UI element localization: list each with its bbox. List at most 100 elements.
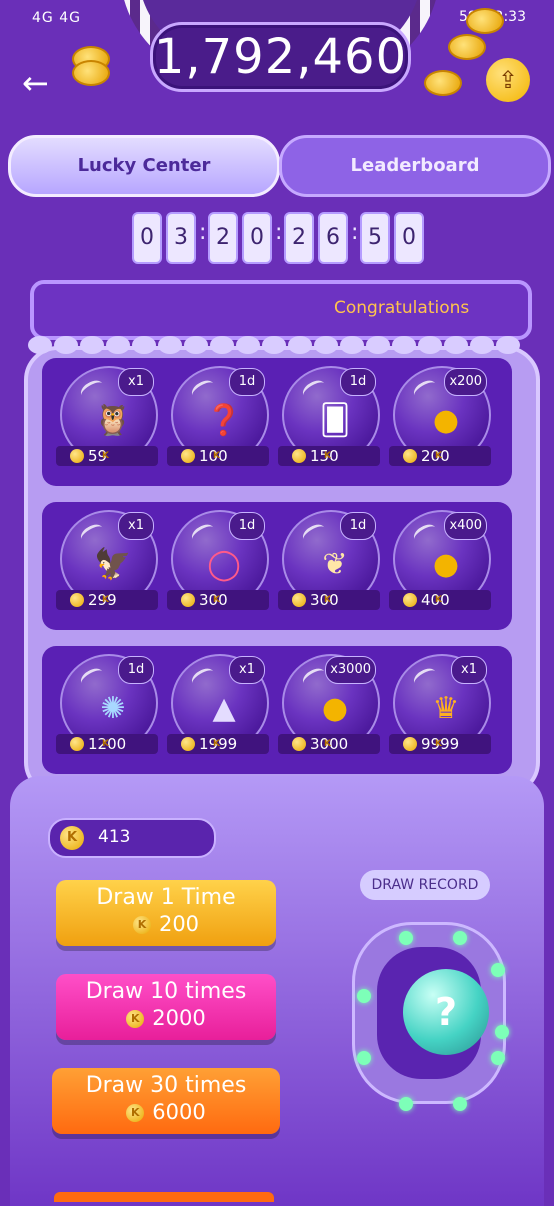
light-dot xyxy=(357,989,371,1003)
countdown-digit: 0 xyxy=(132,212,162,264)
gold-coins-icon: ● xyxy=(321,691,349,726)
k-coin-icon: K xyxy=(181,737,220,751)
tab-lucky-center[interactable]: Lucky Center xyxy=(8,135,280,197)
galaxy-icon: ✺ xyxy=(100,691,126,726)
coin-stack-icon xyxy=(448,34,486,60)
prize-tag: 1d xyxy=(229,512,265,540)
countdown-digit: 5 xyxy=(360,212,390,264)
prize-row: ✺ 1d K1200 ▲ x1 K1999 ● x3000 K3000 ♛ x1… xyxy=(42,646,512,774)
next-draw-button-peek xyxy=(54,1192,274,1202)
gold-coins-icon: ● xyxy=(432,547,460,582)
prize-row: 🦅 x1 K299 ◯ 1d K300 ❦ 1d K300 ● x400 K40… xyxy=(42,502,512,630)
crown-icon: ♛ xyxy=(432,691,460,726)
coin-stack-icon xyxy=(424,70,462,96)
light-dot xyxy=(491,963,505,977)
draw-30-button[interactable]: Draw 30 times K 6000 xyxy=(52,1068,280,1134)
light-dot xyxy=(495,1025,509,1039)
light-dot xyxy=(399,931,413,945)
prize-tag: x200 xyxy=(444,368,487,396)
prize-tag: 1d xyxy=(340,368,376,396)
prize-tag: x1 xyxy=(118,368,154,396)
gold-coins-icon: ● xyxy=(432,403,460,438)
k-coin-icon: K xyxy=(292,449,331,463)
winner-marquee: Congratulations xyxy=(30,280,532,340)
prize-item[interactable]: 🂠 1d K150 xyxy=(278,358,388,486)
k-coin-icon: K xyxy=(70,737,109,751)
draw-label: Draw 10 times xyxy=(85,979,247,1004)
light-dot xyxy=(357,1051,371,1065)
prize-tag: x400 xyxy=(444,512,487,540)
tab-leaderboard[interactable]: Leaderboard xyxy=(279,135,551,197)
prize-row: 🦉 x1 K59 ❓ 1d K100 🂠 1d K150 ● x200 K200 xyxy=(42,358,512,486)
prize-item[interactable]: ● x400 K400 xyxy=(389,502,499,630)
countdown-separator: : xyxy=(275,220,283,245)
prize-item[interactable]: 🦉 x1 K 59 xyxy=(56,358,166,486)
mystery-ball-icon: ? xyxy=(403,969,489,1055)
coin-stack-icon xyxy=(72,60,110,86)
k-coin-icon: K xyxy=(181,593,220,607)
coin-total: 1,792,460 xyxy=(150,22,411,92)
coin-total-value: 1,792,460 xyxy=(153,29,408,85)
signal-indicator: 4G 4G xyxy=(32,10,81,26)
prize-item[interactable]: ● x200 K200 xyxy=(389,358,499,486)
draw-label: Draw 30 times xyxy=(85,1073,247,1098)
prize-item[interactable]: ▲ x1 K1999 xyxy=(167,646,277,774)
draw-cost: 6000 xyxy=(152,1100,206,1124)
prize-item[interactable]: ● x3000 K3000 xyxy=(278,646,388,774)
rocket-icon: ▲ xyxy=(212,691,236,726)
prize-item[interactable]: 🦅 x1 K299 xyxy=(56,502,166,630)
countdown-digit: 2 xyxy=(208,212,238,264)
k-coin-icon: K xyxy=(70,593,109,607)
light-dot xyxy=(453,1097,467,1111)
balance-pill: K 413 xyxy=(48,818,216,858)
prize-item[interactable]: ❦ 1d K300 xyxy=(278,502,388,630)
light-dot xyxy=(453,931,467,945)
countdown-digit: 3 xyxy=(166,212,196,264)
k-coin-icon: K xyxy=(70,449,109,463)
owl-icon: 🦉 xyxy=(94,403,132,438)
countdown-separator: : xyxy=(199,220,207,245)
mystery-box-icon: ❓ xyxy=(205,403,243,438)
k-coin-icon: K xyxy=(126,1104,145,1122)
draw-10-button[interactable]: Draw 10 times K 2000 xyxy=(56,974,276,1040)
draw-cost: 2000 xyxy=(152,1006,206,1030)
prize-tag: x3000 xyxy=(325,656,376,684)
k-coin-icon: K xyxy=(403,449,442,463)
prize-tag: x1 xyxy=(451,656,487,684)
draw-1-button[interactable]: Draw 1 Time K 200 xyxy=(56,880,276,946)
countdown-digit: 0 xyxy=(242,212,272,264)
countdown-digit: 0 xyxy=(394,212,424,264)
prize-item[interactable]: ✺ 1d K1200 xyxy=(56,646,166,774)
k-coin-icon: K xyxy=(403,593,442,607)
share-icon[interactable]: ⇪ xyxy=(486,58,530,102)
k-coin-icon: K xyxy=(126,1010,145,1028)
balance-value: 413 xyxy=(98,827,131,847)
k-coin-icon: K xyxy=(181,449,220,463)
prize-item[interactable]: ◯ 1d K300 xyxy=(167,502,277,630)
prize-item[interactable]: ❓ 1d K100 xyxy=(167,358,277,486)
prize-tag: 1d xyxy=(118,656,154,684)
frame-icon: ◯ xyxy=(207,547,241,582)
countdown-separator: : xyxy=(351,220,359,245)
k-coin-icon: K xyxy=(403,737,442,751)
prize-tag: x1 xyxy=(118,512,154,540)
k-coin-icon: K xyxy=(132,916,151,934)
light-dot xyxy=(491,1051,505,1065)
draw-label: Draw 1 Time xyxy=(96,885,236,910)
wings-icon: ❦ xyxy=(322,547,348,582)
k-coin-icon: K xyxy=(60,826,84,850)
countdown-digit: 6 xyxy=(318,212,348,264)
prize-tag: 1d xyxy=(229,368,265,396)
prize-tag: 1d xyxy=(340,512,376,540)
draw-cost: 200 xyxy=(158,912,200,936)
marquee-text: Congratulations xyxy=(334,298,470,318)
prize-item[interactable]: ♛ x1 K9999 xyxy=(389,646,499,774)
eagle-icon: 🦅 xyxy=(94,547,132,582)
coin-stack-icon xyxy=(466,8,504,34)
card-icon: 🂠 xyxy=(319,403,351,438)
draw-record-button[interactable]: DRAW RECORD xyxy=(360,870,490,900)
light-dot xyxy=(399,1097,413,1111)
arrow-left-icon[interactable]: ← xyxy=(22,64,49,102)
gacha-machine: ? xyxy=(352,922,509,1111)
k-coin-icon: K xyxy=(292,593,331,607)
